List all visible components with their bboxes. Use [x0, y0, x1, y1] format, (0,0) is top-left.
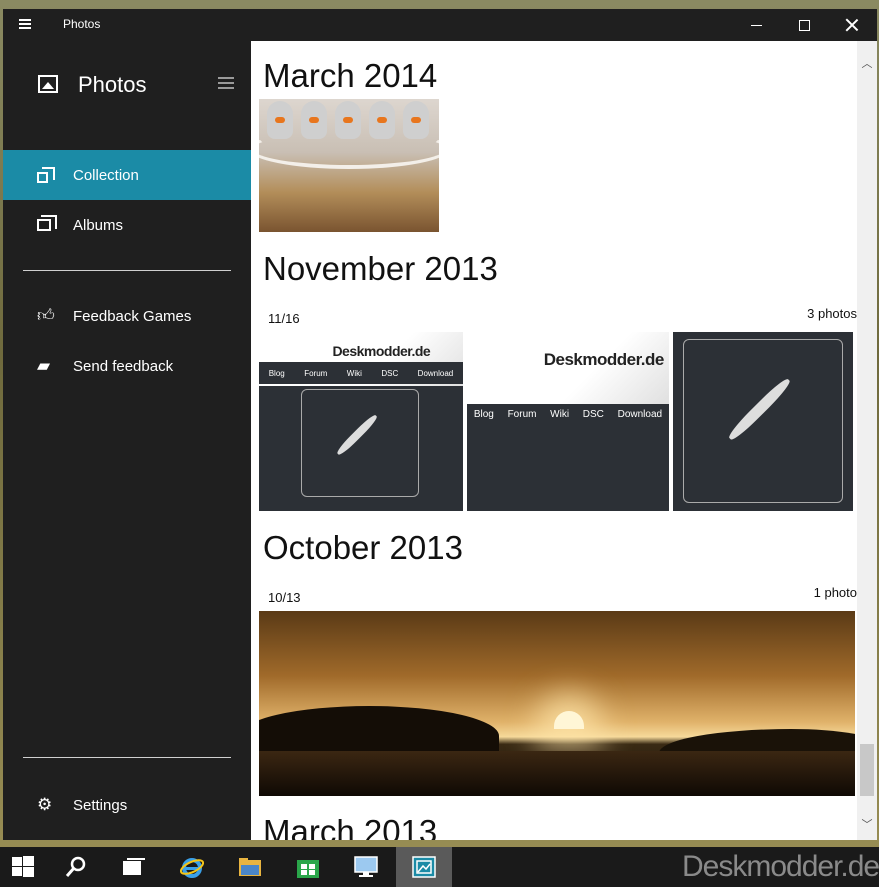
sidebar-item-collection[interactable]: Collection: [3, 150, 251, 200]
thumbnail-nav: Blog Forum Wiki DSC Download: [467, 403, 669, 426]
internet-explorer-button[interactable]: [164, 847, 220, 887]
maximize-button[interactable]: [781, 9, 827, 41]
hamburger-menu-icon[interactable]: [19, 17, 35, 33]
app-header: Photos: [3, 69, 251, 105]
watermark: Deskmodder.de: [682, 850, 879, 883]
group-title: October 2013: [263, 529, 463, 566]
photo-detail: [554, 711, 584, 729]
sidebar-divider: [23, 757, 231, 758]
sidebar: Photos Collection Albums 👍︎ Feedback Gam…: [3, 41, 251, 840]
group-title: March 2014: [263, 57, 438, 94]
group-date[interactable]: 11/16: [268, 311, 300, 326]
thumbnail-nav-item: Forum: [507, 408, 537, 420]
maximize-icon: [798, 19, 810, 31]
close-icon: [845, 18, 859, 32]
photo-detail: [259, 751, 855, 796]
group-title: November 2013: [263, 250, 498, 287]
group-title: March 2013: [263, 813, 438, 840]
close-button[interactable]: [829, 9, 875, 41]
sidebar-item-label: Collection: [73, 166, 139, 184]
scroll-down-icon[interactable]: ﹀: [861, 816, 873, 831]
brush-icon: [301, 389, 419, 497]
sidebar-item-label: Send feedback: [73, 357, 174, 375]
start-button[interactable]: [0, 847, 46, 887]
window-title: Photos: [63, 17, 101, 31]
scroll-up-icon[interactable]: ︿: [861, 55, 873, 70]
brush-icon: [683, 339, 843, 503]
sidebar-item-albums[interactable]: Albums: [3, 200, 251, 250]
photos-taskbar-button[interactable]: [396, 847, 452, 887]
thumbnail-nav-item: Download: [617, 408, 663, 420]
photos-app-icon: [38, 75, 58, 93]
group-count: 1 photo: [813, 585, 857, 600]
sidebar-item-feedback-games[interactable]: 👍︎ Feedback Games: [3, 291, 251, 341]
sidebar-item-label: Feedback Games: [73, 307, 192, 325]
photo-thumbnail[interactable]: [673, 332, 853, 511]
minimize-button[interactable]: [733, 9, 779, 41]
minimize-icon: [750, 24, 762, 26]
photo-thumbnail[interactable]: Deskmodder.de Blog Forum Wiki DSC Downlo…: [259, 332, 463, 511]
sidebar-divider: [23, 270, 231, 271]
thumbnail-nav-item: Wiki: [550, 408, 570, 420]
remote-desktop-icon: [354, 856, 378, 877]
thumbnail-nav-item: Download: [417, 368, 454, 378]
sidebar-item-label: Settings: [73, 796, 128, 814]
group-date[interactable]: 10/13: [268, 590, 301, 605]
title-bar: Photos: [3, 9, 877, 41]
collection-icon: [37, 166, 55, 183]
store-button[interactable]: [280, 847, 336, 887]
start-icon: [12, 856, 34, 877]
sidebar-item-send-feedback[interactable]: ▰ Send feedback: [3, 341, 251, 391]
thumbnail-logo: Deskmodder.de: [332, 342, 431, 359]
photos-window: Photos Photos Collection Albums 👍︎ Feedb…: [3, 9, 877, 840]
group-count: 3 photos: [807, 306, 857, 321]
file-explorer-button[interactable]: [222, 847, 278, 887]
file-explorer-icon: [239, 858, 261, 876]
thumbnail-nav-item: Blog: [268, 368, 285, 378]
thumbnail-nav: Blog Forum Wiki DSC Download: [259, 362, 463, 384]
thumbs-up-icon: 👍︎: [37, 306, 55, 326]
photo-detail: [259, 129, 439, 169]
photo-thumbnail[interactable]: [259, 99, 439, 232]
thumbnail-nav-item: DSC: [582, 408, 604, 420]
thumbnail-nav-item: Blog: [473, 408, 494, 420]
scrollbar-thumb[interactable]: [860, 744, 874, 796]
thumbnail-nav-item: Forum: [304, 368, 328, 378]
app-title: Photos: [78, 72, 147, 97]
vertical-scrollbar[interactable]: ︿ ﹀: [857, 41, 877, 840]
sidebar-item-label: Albums: [73, 216, 124, 234]
internet-explorer-icon: [180, 858, 204, 878]
store-icon: [297, 860, 319, 878]
gear-icon: ⚙: [37, 795, 53, 815]
thumbnail-nav-item: DSC: [381, 368, 399, 378]
sidebar-item-settings[interactable]: ⚙ Settings: [3, 780, 251, 830]
photo-thumbnail[interactable]: [259, 611, 855, 796]
feedback-icon: ▰: [37, 356, 51, 376]
photo-thumbnail[interactable]: Deskmodder.de Blog Forum Wiki DSC Downlo…: [467, 332, 669, 511]
remote-desktop-button[interactable]: [338, 847, 394, 887]
thumbnail-logo: Deskmodder.de: [543, 349, 665, 369]
collapse-menu-icon[interactable]: [218, 77, 234, 91]
task-view-button[interactable]: [106, 847, 162, 887]
search-icon: [65, 856, 86, 877]
photos-icon: [412, 856, 436, 878]
task-view-icon: [123, 858, 145, 875]
albums-icon: [37, 215, 57, 231]
thumbnail-nav-item: Wiki: [346, 368, 362, 378]
collection-view: March 2014 November 2013 11/16 3 photos …: [251, 41, 857, 840]
search-button[interactable]: [48, 847, 104, 887]
